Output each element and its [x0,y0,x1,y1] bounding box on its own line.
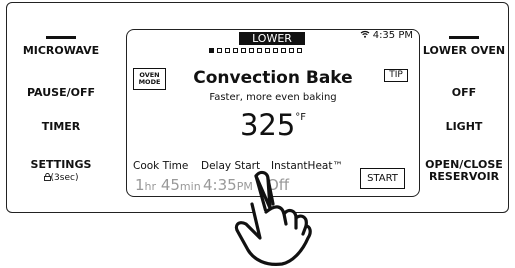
reservoir-label: RESERVOIR [428,170,500,183]
start-button[interactable]: START [360,168,405,189]
page-dot [233,48,238,53]
cook-time-hr-unit: hr [144,180,157,193]
settings-sub-text: ­(3sec) [50,173,79,183]
cook-time-min: 45 [160,176,180,194]
hand-pointer-icon [234,170,312,266]
page-dot [249,48,254,53]
lower-oven-button[interactable]: LOWER OVEN [421,36,507,57]
page-dot [297,48,302,53]
page-dot [241,48,246,53]
page-dot [289,48,294,53]
mode-title: Convection Bake [193,68,353,88]
temperature-display[interactable]: 325°F [127,108,419,142]
light-button[interactable]: LIGHT [421,121,507,133]
settings-sub: ­(3sec) [13,172,109,184]
pause-off-button[interactable]: PAUSE/OFF [13,87,109,99]
cook-time-value[interactable]: 1hr 45min [135,176,201,194]
wifi-icon [360,30,369,38]
clock-text: 4:35 PM [372,30,413,41]
cook-time-label: Cook Time [133,160,189,172]
page-dot [217,48,222,53]
settings-label: SETTINGS [30,158,92,171]
page-dot [273,48,278,53]
page-dot [257,48,262,53]
microwave-button[interactable]: MICROWAVE [13,36,109,57]
microwave-label: MICROWAVE [22,44,100,57]
settings-button[interactable]: SETTINGS ­(3sec) [13,159,109,184]
off-label: OFF [451,86,477,99]
open-close-reservoir-button[interactable]: OPEN/CLOSE RESERVOIR [421,159,507,183]
oven-tab[interactable]: LOWER [239,32,305,45]
page-dot [281,48,286,53]
off-button[interactable]: OFF [421,87,507,99]
timer-label: TIMER [41,120,81,133]
cook-time-hr: 1 [135,176,145,194]
page-dot [265,48,270,53]
lock-icon [43,172,51,181]
light-label: LIGHT [445,120,483,133]
page-dot [209,48,214,53]
cook-time-min-unit: min [179,180,201,193]
lower-oven-label: LOWER OVEN [422,44,506,57]
page-indicator [209,48,302,56]
mode-subtitle: Faster, more even baking [209,92,337,103]
timer-button[interactable]: TIMER [13,121,109,133]
status-time: 4:35 PM [360,30,413,41]
microwave-indicator [46,36,76,39]
temperature-unit: °F [295,112,307,123]
temperature-value: 325 [239,108,296,142]
pause-off-label: PAUSE/OFF [27,86,95,99]
page-dot [225,48,230,53]
lower-oven-indicator [449,36,479,39]
